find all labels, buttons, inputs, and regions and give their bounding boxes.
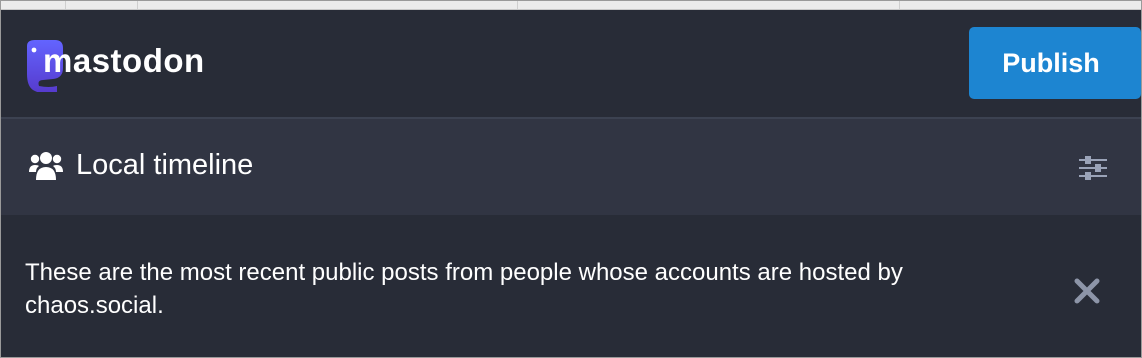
app-window: mastodon Publish Local timeline These ar… (0, 0, 1142, 358)
close-icon[interactable] (1071, 275, 1103, 307)
compose-header: mastodon Publish (1, 10, 1141, 117)
column-header: Local timeline (1, 119, 1141, 215)
users-icon (28, 150, 64, 182)
svg-text:mastodon: mastodon (43, 42, 205, 79)
publish-button[interactable]: Publish (969, 27, 1141, 99)
column-title: Local timeline (76, 149, 254, 181)
mastodon-logo[interactable]: mastodon (23, 38, 233, 92)
sliders-icon[interactable] (1075, 153, 1111, 183)
banner-message: These are the most recent public posts f… (25, 259, 903, 319)
dismissable-banner: These are the most recent public posts f… (1, 215, 1141, 357)
browser-strip (1, 1, 1141, 10)
